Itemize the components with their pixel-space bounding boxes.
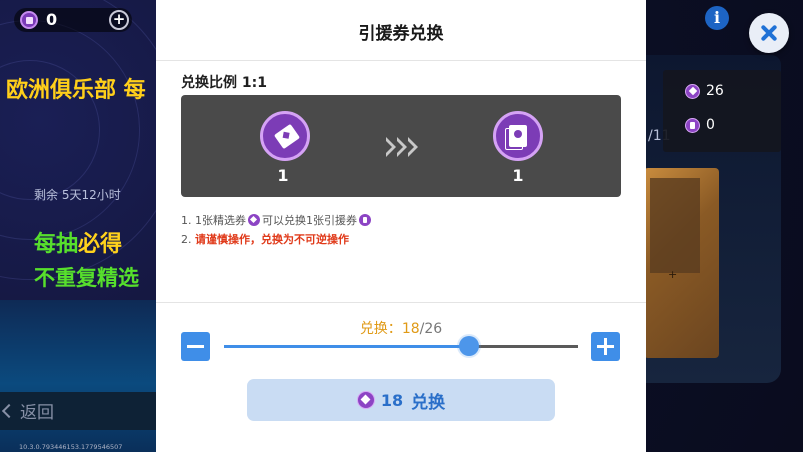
player-card-icon (493, 111, 543, 161)
exchange-dialog: 引援券兑换 兑换比例 1:1 1 1 1. 1张精选券 可以兑换1张引援券 2.… (156, 0, 646, 452)
player-card-icon (359, 214, 371, 226)
info-icon[interactable]: i (705, 6, 729, 30)
back-chevron-icon (1, 403, 17, 419)
count-current: 18 (401, 321, 420, 337)
slogan-line1: 每抽必得 (34, 226, 122, 258)
from-amount: 1 (277, 166, 289, 185)
note-1-a: 1. 1张精选券 (181, 214, 246, 227)
dialog-title: 引援券兑换 (358, 24, 444, 44)
redeem-cost: 18 (380, 390, 404, 410)
exchange-preview: 1 1 (181, 95, 621, 197)
redeem-button[interactable]: 18 兑换 (247, 379, 555, 421)
ticket-icon (248, 214, 260, 226)
back-button[interactable]: 返回 (0, 398, 54, 423)
count-prefix: 兑换： (359, 321, 402, 337)
slider-fill (224, 345, 470, 348)
reward-card-shade (650, 178, 700, 273)
minus-icon[interactable] (181, 332, 210, 361)
redeem-label: 兑换 (411, 392, 446, 413)
slogan-line1-a: 每抽 (34, 232, 79, 257)
event-title: 欧洲俱乐部 每 (6, 78, 146, 103)
card-mark: + (668, 268, 678, 281)
close-icon[interactable] (749, 13, 789, 53)
count-total: /26 (419, 321, 443, 337)
note-1: 1. 1张精选券 可以兑换1张引援券 (181, 212, 373, 228)
vouchers-count: 0 (706, 117, 715, 133)
back-label: 返回 (20, 403, 54, 423)
note-2: 2. 请谨慎操作，兑换为不可逆操作 (181, 231, 349, 247)
ticket-icon (356, 391, 375, 409)
quantity-slider[interactable] (224, 336, 578, 356)
plus-icon[interactable] (591, 332, 620, 361)
slider-thumb[interactable] (459, 336, 480, 356)
time-remaining: 剩余 5天12小时 (34, 188, 121, 202)
coin-icon (20, 11, 38, 29)
slogan-line1-b: 必得 (78, 232, 123, 257)
ratio-label: 兑换比例 1:1 (181, 75, 267, 91)
slogan-line2: 不重复精选 (34, 266, 139, 290)
resource-vouchers: 0 (685, 117, 715, 133)
warning-text: 请谨慎操作，兑换为不可逆操作 (195, 233, 349, 246)
to-amount: 1 (512, 166, 524, 185)
tickets-count: 26 (706, 83, 724, 99)
ticket-icon (685, 83, 700, 99)
exchange-count: 兑换：18/26 (156, 318, 646, 338)
note-2-prefix: 2. (181, 233, 195, 246)
note-1-b: 可以兑换1张引援券 (262, 214, 357, 227)
currency-value: 0 (46, 10, 58, 29)
add-currency-button[interactable]: + (109, 10, 129, 30)
resource-tickets: 26 (685, 83, 724, 99)
player-card-icon (685, 117, 700, 133)
version-text: 10.3.0.793446153.1779546507 (19, 443, 123, 451)
ticket-icon (260, 111, 310, 161)
title-divider (156, 60, 646, 61)
controls-divider (156, 302, 646, 303)
double-chevron-icon (386, 137, 419, 157)
